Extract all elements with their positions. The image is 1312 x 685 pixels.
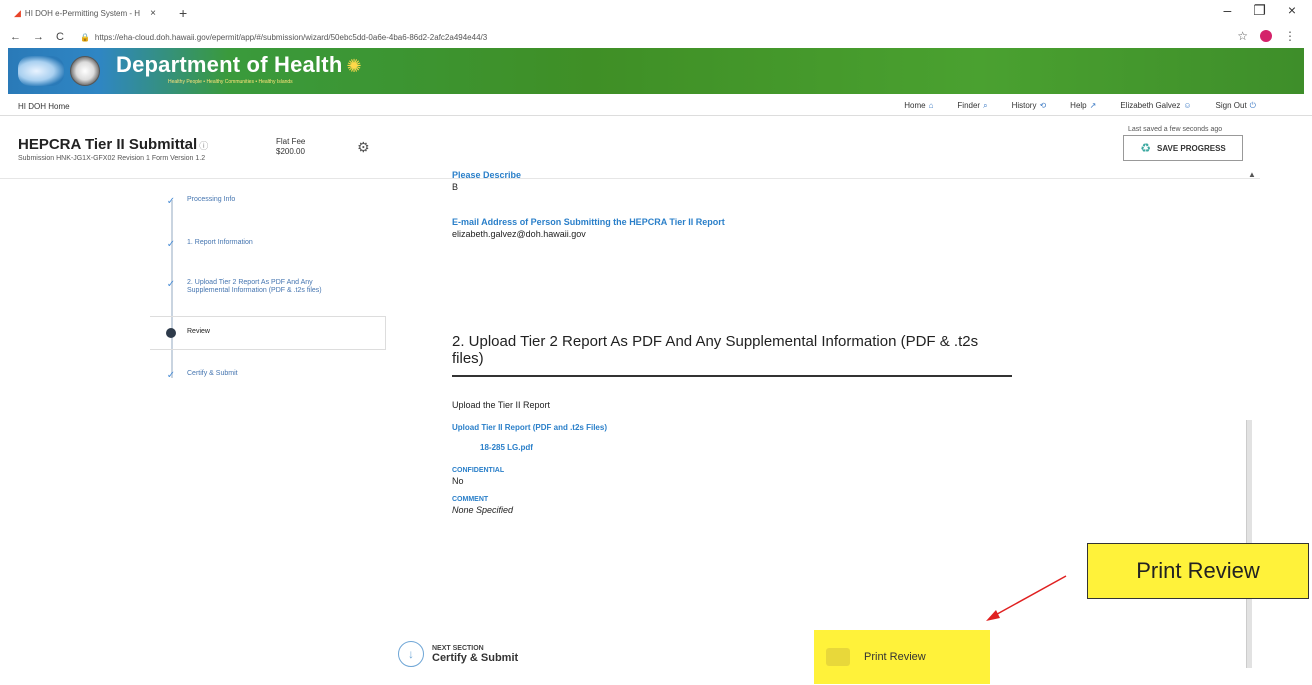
minimize-icon[interactable]: –	[1223, 2, 1231, 19]
submission-title: HEPCRA Tier II Submittal ⓘ	[18, 136, 209, 153]
hawaii-map-logo	[18, 56, 64, 86]
file-link[interactable]: 18-285 LG.pdf	[480, 443, 1052, 452]
url-text: https://eha-cloud.doh.hawaii.gov/epermit…	[94, 32, 488, 42]
nav-home[interactable]: Home ⌂	[904, 101, 933, 111]
confidential-label: CONFIDENTIAL	[452, 467, 505, 474]
nav-finder[interactable]: Finder ⌕	[957, 101, 987, 111]
next-section-button[interactable]: ↓ NEXT SECTION Certify & Submit	[398, 641, 518, 667]
printer-icon	[826, 648, 850, 666]
new-tab-button[interactable]: +	[179, 5, 187, 21]
recycle-icon: ♻	[1140, 141, 1151, 155]
submission-header: HEPCRA Tier II Submittal ⓘ Submission HNK…	[18, 136, 208, 162]
user-icon: ☺	[1183, 101, 1192, 110]
step-processing-info[interactable]: ✓ Processing Info	[150, 196, 235, 208]
browser-right-icons: ☆ ⋮	[1237, 29, 1296, 43]
state-seal-logo	[70, 56, 100, 86]
reload-icon[interactable]: C	[56, 31, 64, 43]
step-certify-submit[interactable]: ✓ Certify & Submit	[150, 370, 238, 382]
upload-heading: Upload the Tier II Report	[452, 400, 551, 410]
header-banner: Department of Health ✺ Healthy People • H…	[8, 48, 1304, 94]
gear-icon[interactable]: ⚙	[357, 139, 370, 156]
check-icon: ✓	[166, 196, 176, 207]
browser-nav: ← → C	[10, 31, 64, 43]
check-icon: ✓	[166, 239, 176, 250]
wizard-stepper: ✓ Processing Info ✓ 1. Report Informatio…	[150, 186, 390, 386]
check-icon: ✓	[166, 370, 176, 381]
next-section-label: NEXT SECTION	[432, 644, 484, 652]
department-title[interactable]: Department of Health ✺	[116, 52, 362, 78]
close-tab-icon[interactable]: ×	[150, 8, 156, 19]
please-describe-value: B	[452, 182, 459, 192]
bookmark-star-icon[interactable]: ☆	[1237, 29, 1248, 43]
nav-links: Home ⌂ Finder ⌕ History ⟲ Help ↗ Elizabeth G…	[904, 101, 1256, 111]
nav-help[interactable]: Help ↗	[1070, 101, 1096, 111]
forward-icon[interactable]: →	[33, 31, 44, 43]
sun-logo-icon: ✺	[346, 56, 362, 76]
banner-tagline: Healthy People • Healthy Communities • H…	[168, 79, 293, 85]
profile-avatar[interactable]	[1260, 30, 1272, 42]
print-review-callout: Print Review	[1087, 543, 1309, 599]
please-describe-label: Please Describe	[452, 170, 522, 180]
site-nav: HI DOH Home Home ⌂ Finder ⌕ History ⟲ Help ↗…	[0, 96, 1312, 116]
print-review-button[interactable]: Print Review	[814, 630, 990, 684]
nav-sign-out[interactable]: Sign Out ⏻	[1216, 101, 1256, 111]
step-report-information[interactable]: ✓ 1. Report Information	[150, 239, 253, 251]
browser-tab-bar: ◢ HI DOH e-Permitting System - H × + – ❐…	[0, 0, 1312, 26]
history-icon: ⟲	[1039, 101, 1047, 110]
review-content: Please Describe B E-mail Address of Pers…	[452, 170, 1052, 239]
flat-fee: Flat Fee $200.00	[276, 137, 306, 156]
last-saved-text: Last saved a few seconds ago	[1128, 126, 1223, 133]
browser-tab[interactable]: ◢ HI DOH e-Permitting System - H ×	[8, 2, 173, 24]
nav-history[interactable]: History ⟲	[1012, 101, 1047, 111]
submission-meta: Submission HNK-JG1X-GFX02 Revision 1 For…	[18, 155, 206, 162]
back-icon[interactable]: ←	[10, 31, 21, 43]
save-progress-button[interactable]: ♻ SAVE PROGRESS	[1123, 135, 1243, 161]
browser-menu-icon[interactable]: ⋮	[1284, 29, 1296, 43]
callout-arrow-icon	[986, 575, 1067, 621]
current-step-dot-icon	[166, 328, 176, 338]
step-review[interactable]: Review	[150, 316, 386, 350]
comment-label: COMMENT	[452, 496, 489, 503]
upload-label: Upload Tier II Report (PDF and .t2s File…	[452, 423, 607, 432]
next-section-value: Certify & Submit	[432, 651, 519, 664]
maximize-icon[interactable]: ❐	[1253, 2, 1266, 19]
site-favicon-icon: ◢	[14, 7, 21, 18]
nav-user[interactable]: Elizabeth Galvez ☺	[1120, 101, 1191, 111]
window-controls: – ❐ ×	[1223, 2, 1296, 19]
external-link-icon: ↗	[1089, 101, 1097, 110]
check-icon: ✓	[166, 279, 176, 290]
window-close-icon[interactable]: ×	[1288, 2, 1296, 19]
section-title: 2. Upload Tier 2 Report As PDF And Any S…	[452, 333, 1012, 377]
confidential-value: No	[452, 476, 464, 486]
url-field[interactable]: 🔒 https://eha-cloud.doh.hawaii.gov/eperm…	[80, 33, 487, 42]
lock-icon: 🔒	[79, 32, 90, 42]
upload-review: Upload the Tier II Report Upload Tier II…	[452, 398, 1052, 515]
arrow-down-icon: ↓	[398, 641, 424, 667]
step-upload-report[interactable]: ✓ 2. Upload Tier 2 Report As PDF And Any…	[150, 279, 350, 295]
comment-value: None Specified	[452, 505, 514, 515]
hi-doh-home-link[interactable]: HI DOH Home	[18, 102, 70, 111]
browser-tab-title: HI DOH e-Permitting System - H	[24, 8, 141, 18]
email-label: E-mail Address of Person Submitting the …	[452, 217, 725, 227]
info-icon[interactable]: ⓘ	[199, 141, 208, 151]
email-value: elizabeth.galvez@doh.hawaii.gov	[452, 229, 586, 239]
power-icon: ⏻	[1249, 101, 1256, 110]
home-icon: ⌂	[928, 101, 934, 110]
search-icon: ⌕	[983, 101, 988, 110]
scroll-up-icon[interactable]: ▲	[1248, 170, 1256, 179]
address-bar: ← → C 🔒 https://eha-cloud.doh.hawaii.gov…	[0, 26, 1312, 48]
